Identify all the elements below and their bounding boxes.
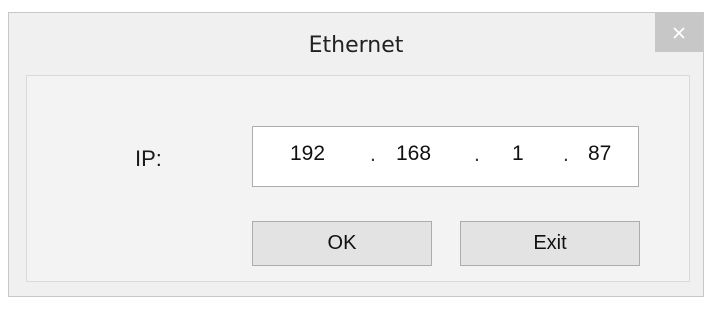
ip-separator: . [563,143,569,166]
ip-label: IP: [135,146,162,171]
exit-button[interactable]: Exit [460,221,640,266]
dialog-title: Ethernet [308,33,404,58]
content-panel: IP: 192 . 168 . 1 . 87 OK Exit [26,75,690,282]
ip-octet-2[interactable]: 168 [396,142,431,166]
ip-octet-3[interactable]: 1 [512,142,524,166]
ip-octet-1[interactable]: 192 [290,142,325,166]
ethernet-dialog: Ethernet IP: 192 . 168 . 1 . 87 OK Exit [8,12,704,297]
ip-separator: . [474,143,480,166]
ok-button[interactable]: OK [252,221,432,266]
title-bar: Ethernet [9,13,703,75]
close-icon [673,26,685,39]
ip-address-field[interactable]: 192 . 168 . 1 . 87 [252,126,639,187]
ip-octet-4[interactable]: 87 [588,142,611,166]
close-button[interactable] [655,13,703,52]
ip-separator: . [370,143,376,166]
